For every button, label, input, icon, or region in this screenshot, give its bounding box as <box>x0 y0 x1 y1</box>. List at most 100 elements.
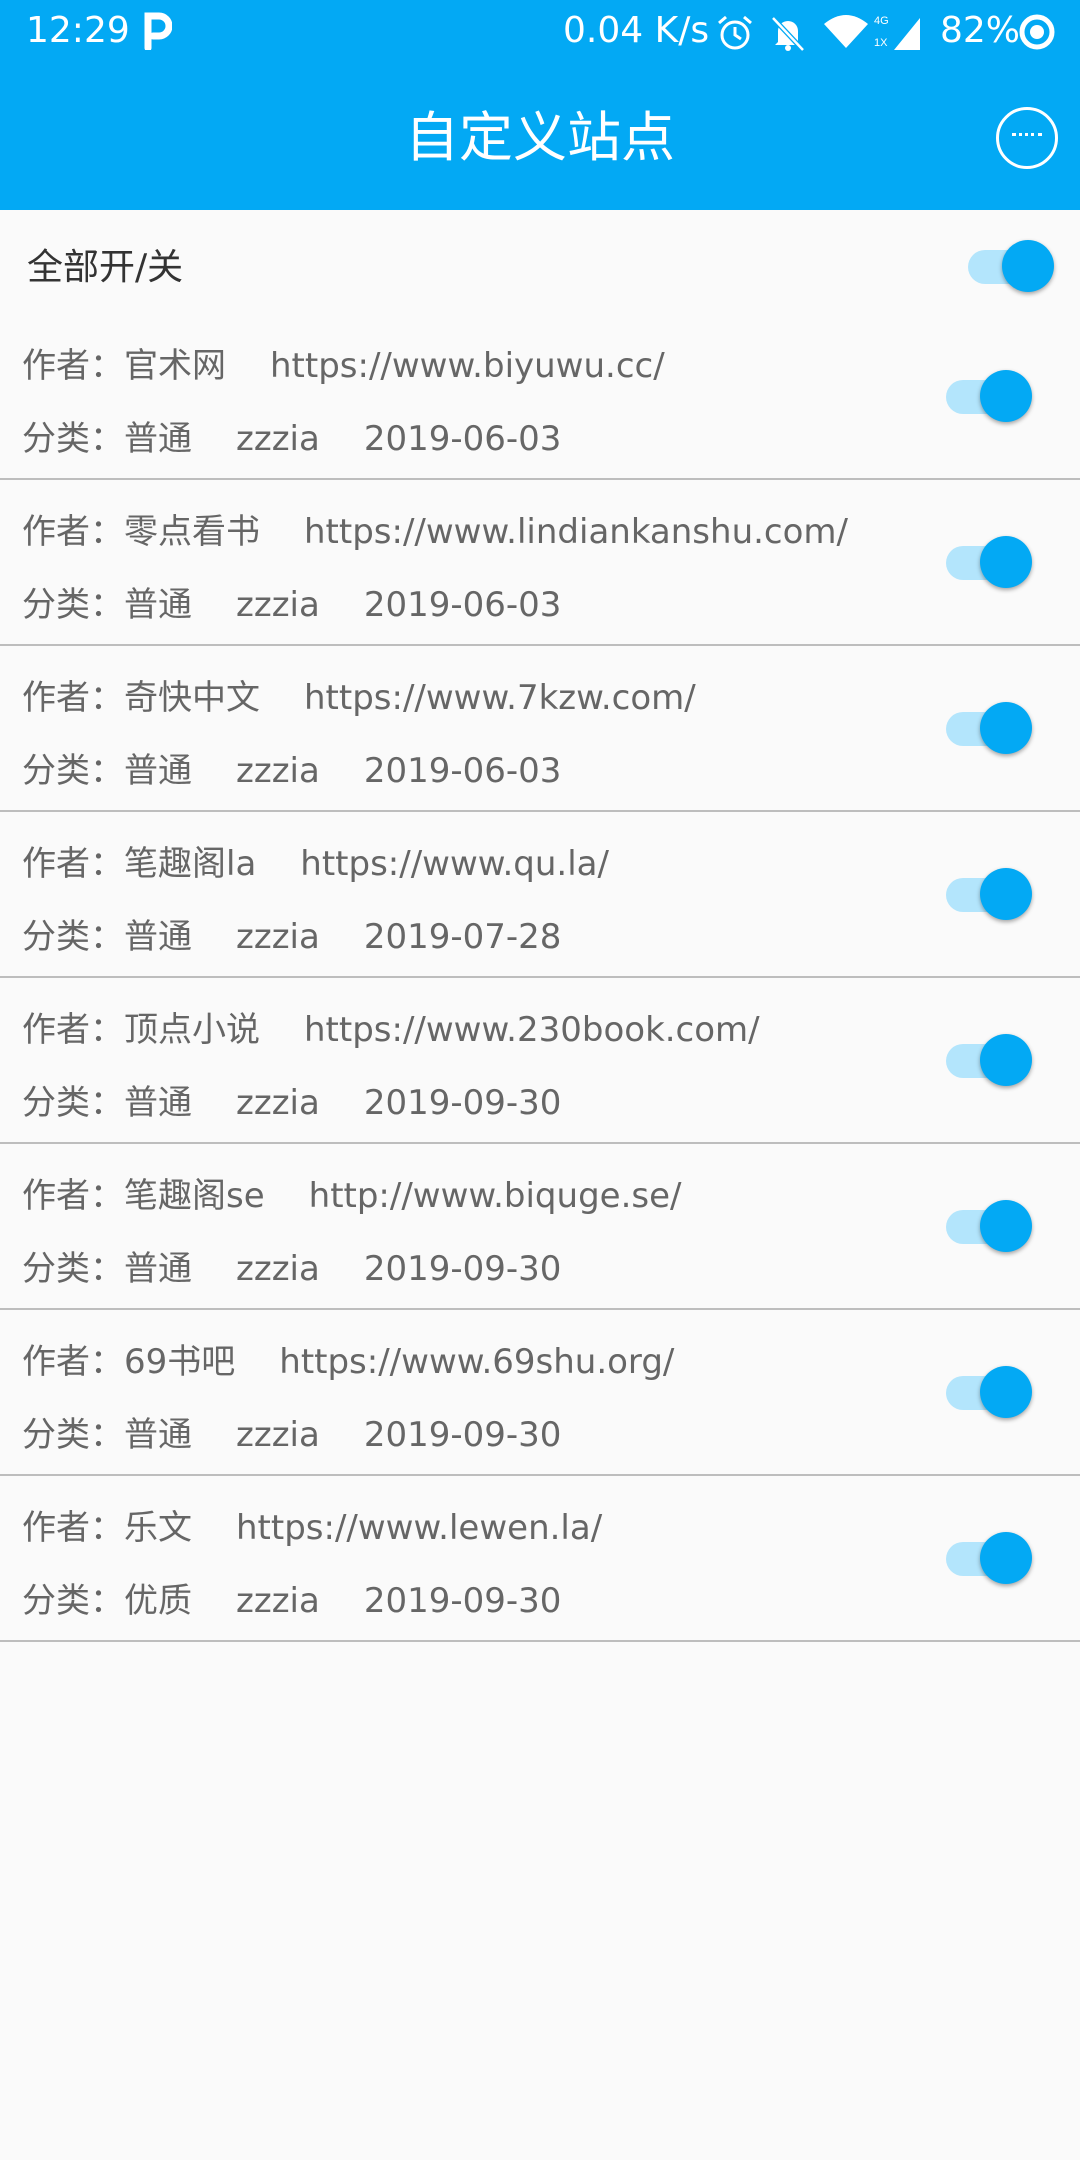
author-label: 作者： <box>22 1010 124 1050</box>
site-url: https://www.69shu.org/ <box>279 1342 675 1382</box>
author-label: 作者： <box>22 678 124 718</box>
category-label: 分类： <box>22 751 124 791</box>
category-value: 普通 <box>124 1083 192 1123</box>
site-enable-switch[interactable] <box>946 866 1032 924</box>
status-net-speed: 0.04 K/s <box>563 10 710 51</box>
site-list-item: 作者：零点看书 https://www.lindiankanshu.com/ 分类… <box>0 480 1080 646</box>
author-name: 零点看书 <box>124 512 260 552</box>
signal-icon: 4G 1X <box>874 15 920 50</box>
site-enable-switch[interactable] <box>946 1198 1032 1256</box>
site-date: 2019-09-30 <box>363 1581 562 1621</box>
category-value: 普通 <box>124 751 192 791</box>
site-list-item: 作者：顶点小说 https://www.230book.com/ 分类：普通 zzz… <box>0 978 1080 1144</box>
site-date: 2019-06-03 <box>363 751 562 791</box>
toggle-all-switch[interactable] <box>968 238 1054 296</box>
site-date: 2019-09-30 <box>363 1249 562 1289</box>
site-enable-switch[interactable] <box>946 700 1032 758</box>
author-label: 作者： <box>22 1508 124 1548</box>
author-label: 作者： <box>22 844 124 884</box>
category-label: 分类： <box>22 419 124 459</box>
site-user: zzzia <box>236 585 320 625</box>
site-url: https://www.230book.com/ <box>304 1010 760 1050</box>
svg-text:4G: 4G <box>874 15 889 27</box>
site-list-item: 作者：69书吧 https://www.69shu.org/ 分类：普通 zzzia… <box>0 1310 1080 1476</box>
site-author-line: 作者：零点看书 https://www.lindiankanshu.com/ <box>22 504 848 553</box>
site-author-line: 作者：官术网 https://www.biyuwu.cc/ <box>22 338 665 387</box>
author-label: 作者： <box>22 1176 124 1216</box>
site-list-item: 作者：笔趣阁la https://www.qu.la/ 分类：普通 zzzia 201… <box>0 812 1080 978</box>
alarm-icon <box>718 15 752 50</box>
bell-off-icon <box>771 16 805 52</box>
site-meta-line: 分类：普通 zzzia 2019-06-03 <box>22 577 561 626</box>
author-name: 笔趣阁la <box>124 844 257 884</box>
site-meta-line: 分类：普通 zzzia 2019-06-03 <box>22 743 561 792</box>
site-author-line: 作者：顶点小说 https://www.230book.com/ <box>22 1002 760 1051</box>
page-title: 自定义站点 <box>405 106 675 169</box>
site-author-line: 作者：乐文 https://www.lewen.la/ <box>22 1500 602 1549</box>
site-date: 2019-06-03 <box>363 585 562 625</box>
site-url: https://www.7kzw.com/ <box>304 678 696 718</box>
site-list-item: 作者：官术网 https://www.biyuwu.cc/ 分类：普通 zzzia 2… <box>0 314 1080 480</box>
site-enable-switch[interactable] <box>946 368 1032 426</box>
site-user: zzzia <box>236 419 320 459</box>
author-label: 作者： <box>22 1342 124 1382</box>
status-time: 12:29 <box>26 10 130 51</box>
author-name: 乐文 <box>124 1508 192 1548</box>
site-list-item: 作者：乐文 https://www.lewen.la/ 分类：优质 zzzia 201… <box>0 1476 1080 1642</box>
site-meta-line: 分类：普通 zzzia 2019-07-28 <box>22 909 561 958</box>
site-list: 作者：官术网 https://www.biyuwu.cc/ 分类：普通 zzzia 2… <box>0 314 1080 1642</box>
author-label: 作者： <box>22 346 124 386</box>
category-label: 分类： <box>22 1249 124 1289</box>
site-author-line: 作者：笔趣阁la https://www.qu.la/ <box>22 836 609 885</box>
toggle-all-row: 全部开/关 <box>0 210 1080 320</box>
site-user: zzzia <box>236 1249 320 1289</box>
site-enable-switch[interactable] <box>946 1364 1032 1422</box>
site-url: http://www.biquge.se/ <box>308 1176 682 1216</box>
category-value: 普通 <box>124 585 192 625</box>
site-meta-line: 分类：优质 zzzia 2019-09-30 <box>22 1573 561 1622</box>
ring-icon <box>1019 14 1055 50</box>
p-app-icon <box>144 12 172 50</box>
site-date: 2019-09-30 <box>363 1083 562 1123</box>
site-date: 2019-09-30 <box>363 1415 562 1455</box>
site-enable-switch[interactable] <box>946 1032 1032 1090</box>
category-value: 普通 <box>124 1249 192 1289</box>
site-enable-switch[interactable] <box>946 1530 1032 1588</box>
site-url: https://www.biyuwu.cc/ <box>270 346 665 386</box>
more-horizontal-circle-icon[interactable] <box>996 107 1058 169</box>
site-meta-line: 分类：普通 zzzia 2019-06-03 <box>22 411 561 460</box>
site-url: https://www.lewen.la/ <box>236 1508 603 1548</box>
category-label: 分类： <box>22 1083 124 1123</box>
category-value: 普通 <box>124 1415 192 1455</box>
author-name: 笔趣阁se <box>124 1176 265 1216</box>
status-battery: 82% <box>940 10 1021 51</box>
site-meta-line: 分类：普通 zzzia 2019-09-30 <box>22 1407 561 1456</box>
wifi-icon <box>824 15 868 48</box>
site-user: zzzia <box>236 1083 320 1123</box>
status-bar: 12:29 0.04 K/s 4G 1X 82% <box>0 0 1080 66</box>
category-label: 分类： <box>22 1581 124 1621</box>
site-user: zzzia <box>236 917 320 957</box>
category-value: 普通 <box>124 419 192 459</box>
site-url: https://www.lindiankanshu.com/ <box>304 512 848 552</box>
site-meta-line: 分类：普通 zzzia 2019-09-30 <box>22 1075 561 1124</box>
category-label: 分类： <box>22 917 124 957</box>
site-list-item: 作者：奇快中文 https://www.7kzw.com/ 分类：普通 zzzia 2… <box>0 646 1080 812</box>
site-url: https://www.qu.la/ <box>300 844 609 884</box>
site-user: zzzia <box>236 1415 320 1455</box>
site-list-item: 作者：笔趣阁se http://www.biquge.se/ 分类：普通 zzzia… <box>0 1144 1080 1310</box>
site-meta-line: 分类：普通 zzzia 2019-09-30 <box>22 1241 561 1290</box>
site-enable-switch[interactable] <box>946 534 1032 592</box>
author-label: 作者： <box>22 512 124 552</box>
site-date: 2019-06-03 <box>363 419 562 459</box>
category-label: 分类： <box>22 585 124 625</box>
svg-text:1X: 1X <box>874 37 888 49</box>
category-value: 优质 <box>124 1581 192 1621</box>
site-author-line: 作者：笔趣阁se http://www.biquge.se/ <box>22 1168 681 1217</box>
site-author-line: 作者：奇快中文 https://www.7kzw.com/ <box>22 670 696 719</box>
app-bar: 12:29 0.04 K/s 4G 1X 82% 自定义站点 <box>0 0 1080 210</box>
toggle-all-label: 全部开/关 <box>27 247 184 288</box>
author-name: 69书吧 <box>124 1342 236 1382</box>
site-user: zzzia <box>236 751 320 791</box>
category-value: 普通 <box>124 917 192 957</box>
